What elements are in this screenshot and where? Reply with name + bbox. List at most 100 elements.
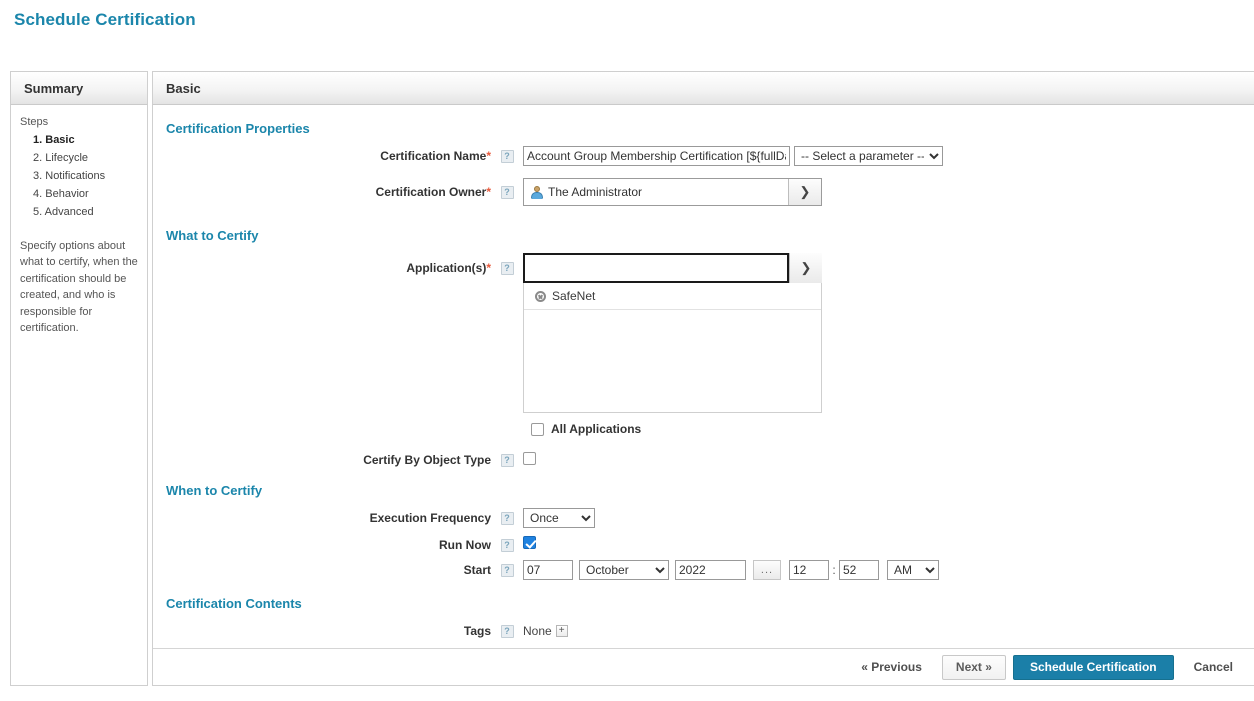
sidebar-item-notifications[interactable]: 3. Notifications (33, 168, 139, 186)
start-minute-input[interactable] (839, 560, 879, 580)
step-number: 4. (33, 188, 42, 200)
certification-owner-value: The Administrator (548, 185, 642, 199)
certification-name-controls: -- Select a parameter -- (523, 146, 943, 166)
start-help-cell: ? (491, 560, 523, 577)
execution-frequency-label: Execution Frequency (153, 508, 491, 525)
main-panel-header: Basic (152, 71, 1254, 105)
help-icon[interactable]: ? (501, 512, 514, 525)
certify-by-object-type-checkbox[interactable] (523, 452, 536, 465)
certify-by-object-type-label: Certify By Object Type (153, 450, 491, 467)
steps-list: 1. Basic 2. Lifecycle 3. Notifications 4… (20, 132, 139, 222)
step-number: 1. (33, 134, 42, 146)
add-tag-button[interactable]: + (556, 625, 568, 637)
application-name: SafeNet (552, 289, 595, 303)
run-now-controls (523, 535, 536, 549)
certification-name-label: Certification Name* (153, 146, 491, 163)
page-title: Schedule Certification (14, 10, 196, 30)
step-label: Advanced (45, 206, 94, 218)
row-certification-owner: Certification Owner* ? The Administrator… (153, 178, 1254, 206)
sidebar-item-behavior[interactable]: 4. Behavior (33, 186, 139, 204)
certification-owner-combobox[interactable]: The Administrator ❯ (523, 178, 822, 206)
basic-form: Certification Properties Certification N… (153, 105, 1254, 638)
certify-by-object-type-controls (523, 450, 536, 465)
certification-owner-value-wrap: The Administrator (524, 179, 788, 205)
start-month-select[interactable]: October (579, 560, 669, 580)
calendar-picker-button[interactable]: ... (753, 560, 781, 580)
section-title-when-to-certify: When to Certify (153, 483, 1254, 498)
steps-label: Steps (20, 115, 139, 131)
step-number: 2. (33, 152, 42, 164)
sidebar-body: Steps 1. Basic 2. Lifecycle 3. Notificat… (11, 105, 147, 337)
start-hour-input[interactable] (789, 560, 829, 580)
next-button[interactable]: Next » (942, 655, 1006, 680)
applications-help-cell: ? (491, 253, 523, 275)
start-year-input[interactable] (675, 560, 746, 580)
section-title-certification-contents: Certification Contents (153, 596, 1254, 611)
user-avatar-icon (530, 186, 543, 199)
step-label: Notifications (45, 170, 105, 182)
applications-multiselect: ❯ SafeNet All Applications (523, 253, 822, 436)
certification-owner-help-cell: ? (491, 178, 523, 199)
tags-value: None (523, 624, 552, 638)
certification-name-help-cell: ? (491, 146, 523, 163)
help-icon[interactable]: ? (501, 186, 514, 199)
row-applications: Application(s)* ? ❯ SafeNet (153, 253, 1254, 436)
chevron-down-icon[interactable]: ❯ (788, 179, 821, 205)
start-label: Start (153, 560, 491, 577)
row-execution-frequency: Execution Frequency ? Once (153, 508, 1254, 528)
applications-label: Application(s)* (153, 253, 491, 275)
sidebar-item-advanced[interactable]: 5. Advanced (33, 204, 139, 222)
all-applications-label: All Applications (551, 422, 641, 436)
row-start: Start ? October ... : AM (153, 560, 1254, 580)
help-icon[interactable]: ? (501, 454, 514, 467)
parameter-select[interactable]: -- Select a parameter -- (794, 146, 943, 166)
certification-owner-label: Certification Owner* (153, 178, 491, 199)
execution-frequency-controls: Once (523, 508, 595, 528)
help-icon[interactable]: ? (501, 539, 514, 552)
help-icon[interactable]: ? (501, 564, 514, 577)
help-icon[interactable]: ? (501, 625, 514, 638)
section-title-what-to-certify: What to Certify (153, 228, 1254, 243)
row-certification-name: Certification Name* ? -- Select a parame… (153, 146, 1254, 166)
previous-button[interactable]: « Previous (848, 655, 935, 680)
start-day-input[interactable] (523, 560, 573, 580)
remove-icon[interactable] (535, 291, 546, 302)
time-separator: : (829, 563, 839, 577)
applications-input-row: ❯ (523, 253, 822, 283)
step-number: 5. (33, 206, 42, 218)
execution-frequency-help-cell: ? (491, 508, 523, 525)
sidebar-item-lifecycle[interactable]: 2. Lifecycle (33, 150, 139, 168)
step-number: 3. (33, 170, 42, 182)
row-run-now: Run Now ? (153, 535, 1254, 552)
section-title-certification-properties: Certification Properties (153, 121, 1254, 136)
cancel-button[interactable]: Cancel (1181, 655, 1246, 680)
certification-owner-controls: The Administrator ❯ (523, 178, 822, 206)
tags-label: Tags (153, 621, 491, 638)
row-certify-by-object-type: Certify By Object Type ? (153, 450, 1254, 467)
wizard-footer: « Previous Next » Schedule Certification… (153, 648, 1254, 685)
all-applications-checkbox[interactable] (531, 423, 544, 436)
list-item[interactable]: SafeNet (524, 283, 821, 310)
execution-frequency-select[interactable]: Once (523, 508, 595, 528)
sidebar-description: Specify options about what to certify, w… (20, 238, 139, 337)
schedule-certification-button[interactable]: Schedule Certification (1013, 655, 1174, 680)
certification-name-input[interactable] (523, 146, 790, 166)
tags-controls: None + (523, 621, 568, 638)
step-label: Basic (45, 134, 74, 146)
run-now-checkbox[interactable] (523, 536, 536, 549)
row-tags: Tags ? None + (153, 621, 1254, 638)
chevron-down-icon[interactable]: ❯ (789, 253, 822, 283)
summary-sidebar: Summary Steps 1. Basic 2. Lifecycle 3. N… (10, 72, 148, 686)
help-icon[interactable]: ? (501, 262, 514, 275)
help-icon[interactable]: ? (501, 150, 514, 163)
applications-selected-list: SafeNet (523, 283, 822, 413)
app-root: Schedule Certification Summary Steps 1. … (0, 0, 1254, 701)
start-meridiem-select[interactable]: AM (887, 560, 939, 580)
certify-by-object-type-help-cell: ? (491, 450, 523, 467)
sidebar-item-basic[interactable]: 1. Basic (33, 132, 139, 150)
basic-step-panel: Basic Certification Properties Certifica… (152, 72, 1254, 686)
step-label: Lifecycle (45, 152, 88, 164)
step-label: Behavior (45, 188, 88, 200)
applications-search-input[interactable] (523, 253, 789, 283)
tags-help-cell: ? (491, 621, 523, 638)
